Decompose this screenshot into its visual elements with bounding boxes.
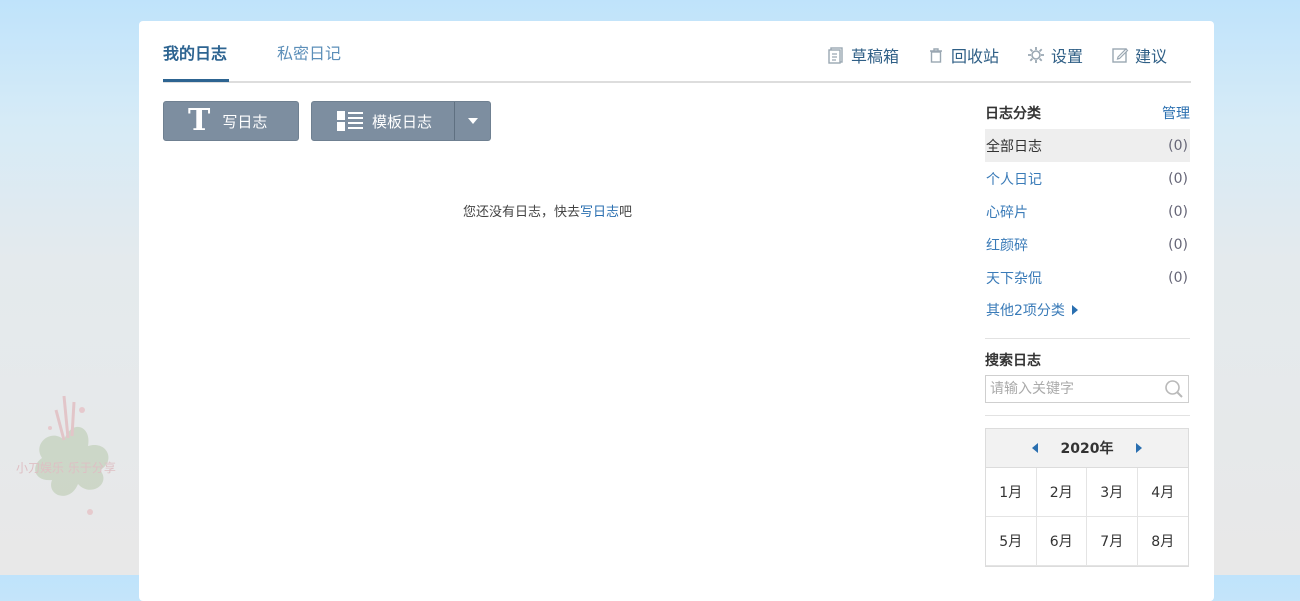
template-diary-label: 模板日志 [372, 112, 433, 131]
sidebar-divider [985, 338, 1190, 339]
category-name: 心碎片 [986, 204, 1028, 221]
category-name: 全部日志 [986, 138, 1042, 155]
watermark-text: 小刀娱乐 乐于分享 [16, 460, 116, 475]
category-name: 天下杂侃 [986, 270, 1042, 287]
write-diary-button[interactable]: T 写日志 [163, 101, 299, 141]
month-cell[interactable]: 6月 [1036, 517, 1087, 566]
next-year-button[interactable] [1135, 442, 1143, 454]
empty-suffix: 吧 [619, 205, 633, 220]
tab-private-diary[interactable]: 私密日记 [277, 40, 341, 64]
category-item-heart-fragments[interactable]: 心碎片 (0) [985, 195, 1190, 228]
empty-write-link[interactable]: 写日志 [580, 205, 619, 220]
month-cell[interactable]: 4月 [1137, 468, 1188, 517]
calendar-header: 2020年 [986, 429, 1188, 468]
category-list: 全部日志 (0) 个人日记 (0) 心碎片 (0) 红颜碎 (0) 天下杂侃 (… [985, 129, 1190, 294]
gear-icon [1027, 47, 1044, 63]
empty-prefix: 您还没有日志，快去 [463, 205, 581, 220]
tab-bar: 我的日志 私密日记 草稿箱 回收站 设置 建议 [163, 21, 1191, 83]
drafts-link[interactable]: 草稿箱 [827, 43, 899, 67]
category-count: (0) [1168, 269, 1188, 286]
watermark-logo: 小刀娱乐 乐于分享 [16, 395, 116, 515]
manage-categories-link[interactable]: 管理 [1162, 103, 1190, 123]
active-tab-indicator [163, 79, 229, 82]
settings-link[interactable]: 设置 [1027, 43, 1083, 67]
text-t-icon: T [188, 103, 211, 138]
sidebar-divider [985, 415, 1190, 416]
recycle-bin-link[interactable]: 回收站 [927, 43, 999, 67]
category-item-personal[interactable]: 个人日记 (0) [985, 162, 1190, 195]
search-box [985, 375, 1189, 403]
caret-down-icon [467, 118, 478, 124]
month-cell[interactable]: 7月 [1087, 517, 1138, 566]
draft-icon [828, 47, 843, 64]
template-dropdown-toggle[interactable] [455, 102, 490, 140]
category-count: (0) [1168, 137, 1188, 154]
empty-state-message: 您还没有日志，快去写日志吧 [463, 201, 632, 220]
caret-left-icon [1031, 443, 1038, 453]
category-item-hongyan[interactable]: 红颜碎 (0) [985, 228, 1190, 261]
category-count: (0) [1168, 170, 1188, 187]
month-cell[interactable]: 5月 [986, 517, 1037, 566]
search-title: 搜索日志 [985, 353, 1041, 369]
search-input[interactable] [986, 376, 1160, 402]
more-categories-link[interactable]: 其他2项分类 [985, 294, 1190, 326]
caret-right-icon [1071, 305, 1078, 315]
template-diary-button[interactable]: 模板日志 [311, 101, 491, 141]
calendar-year: 2020年 [1060, 441, 1114, 457]
prev-year-button[interactable] [1031, 442, 1039, 454]
category-item-misc[interactable]: 天下杂侃 (0) [985, 261, 1190, 294]
category-name: 个人日记 [986, 171, 1042, 188]
list-layout-icon [337, 111, 363, 131]
trash-icon [929, 48, 942, 63]
category-count: (0) [1168, 203, 1188, 220]
more-categories-label: 其他2项分类 [986, 303, 1065, 319]
template-diary-main[interactable]: 模板日志 [312, 102, 454, 140]
feedback-label: 建议 [1134, 47, 1167, 66]
category-count: (0) [1168, 236, 1188, 253]
category-name: 红颜碎 [986, 237, 1028, 254]
edit-icon [1112, 48, 1129, 63]
toolbar-links: 草稿箱 回收站 设置 建议 [827, 43, 1167, 67]
diary-panel: 我的日志 私密日记 草稿箱 回收站 设置 建议 T 写日志 模板日志 您还没有日… [139, 21, 1214, 601]
month-cell[interactable]: 2月 [1036, 468, 1087, 517]
month-cell[interactable]: 1月 [986, 468, 1037, 517]
search-icon[interactable] [1164, 379, 1184, 399]
recycle-bin-label: 回收站 [950, 47, 999, 66]
categories-header: 日志分类 管理 [985, 101, 1190, 125]
archive-calendar: 2020年 1月 2月 3月 4月 5月 6月 7月 8月 [985, 428, 1189, 567]
feedback-link[interactable]: 建议 [1111, 43, 1167, 67]
tab-my-diary[interactable]: 我的日志 [163, 40, 227, 64]
month-cell[interactable]: 3月 [1087, 468, 1138, 517]
month-grid: 1月 2月 3月 4月 5月 6月 7月 8月 [986, 468, 1188, 566]
caret-right-icon [1136, 443, 1143, 453]
sidebar: 日志分类 管理 全部日志 (0) 个人日记 (0) 心碎片 (0) 红颜碎 (0… [985, 101, 1190, 567]
month-cell[interactable]: 8月 [1137, 517, 1188, 566]
category-item-all[interactable]: 全部日志 (0) [985, 129, 1190, 162]
drafts-label: 草稿箱 [850, 47, 899, 66]
settings-label: 设置 [1050, 47, 1083, 66]
write-diary-label: 写日志 [222, 112, 268, 131]
categories-title: 日志分类 [985, 106, 1041, 122]
